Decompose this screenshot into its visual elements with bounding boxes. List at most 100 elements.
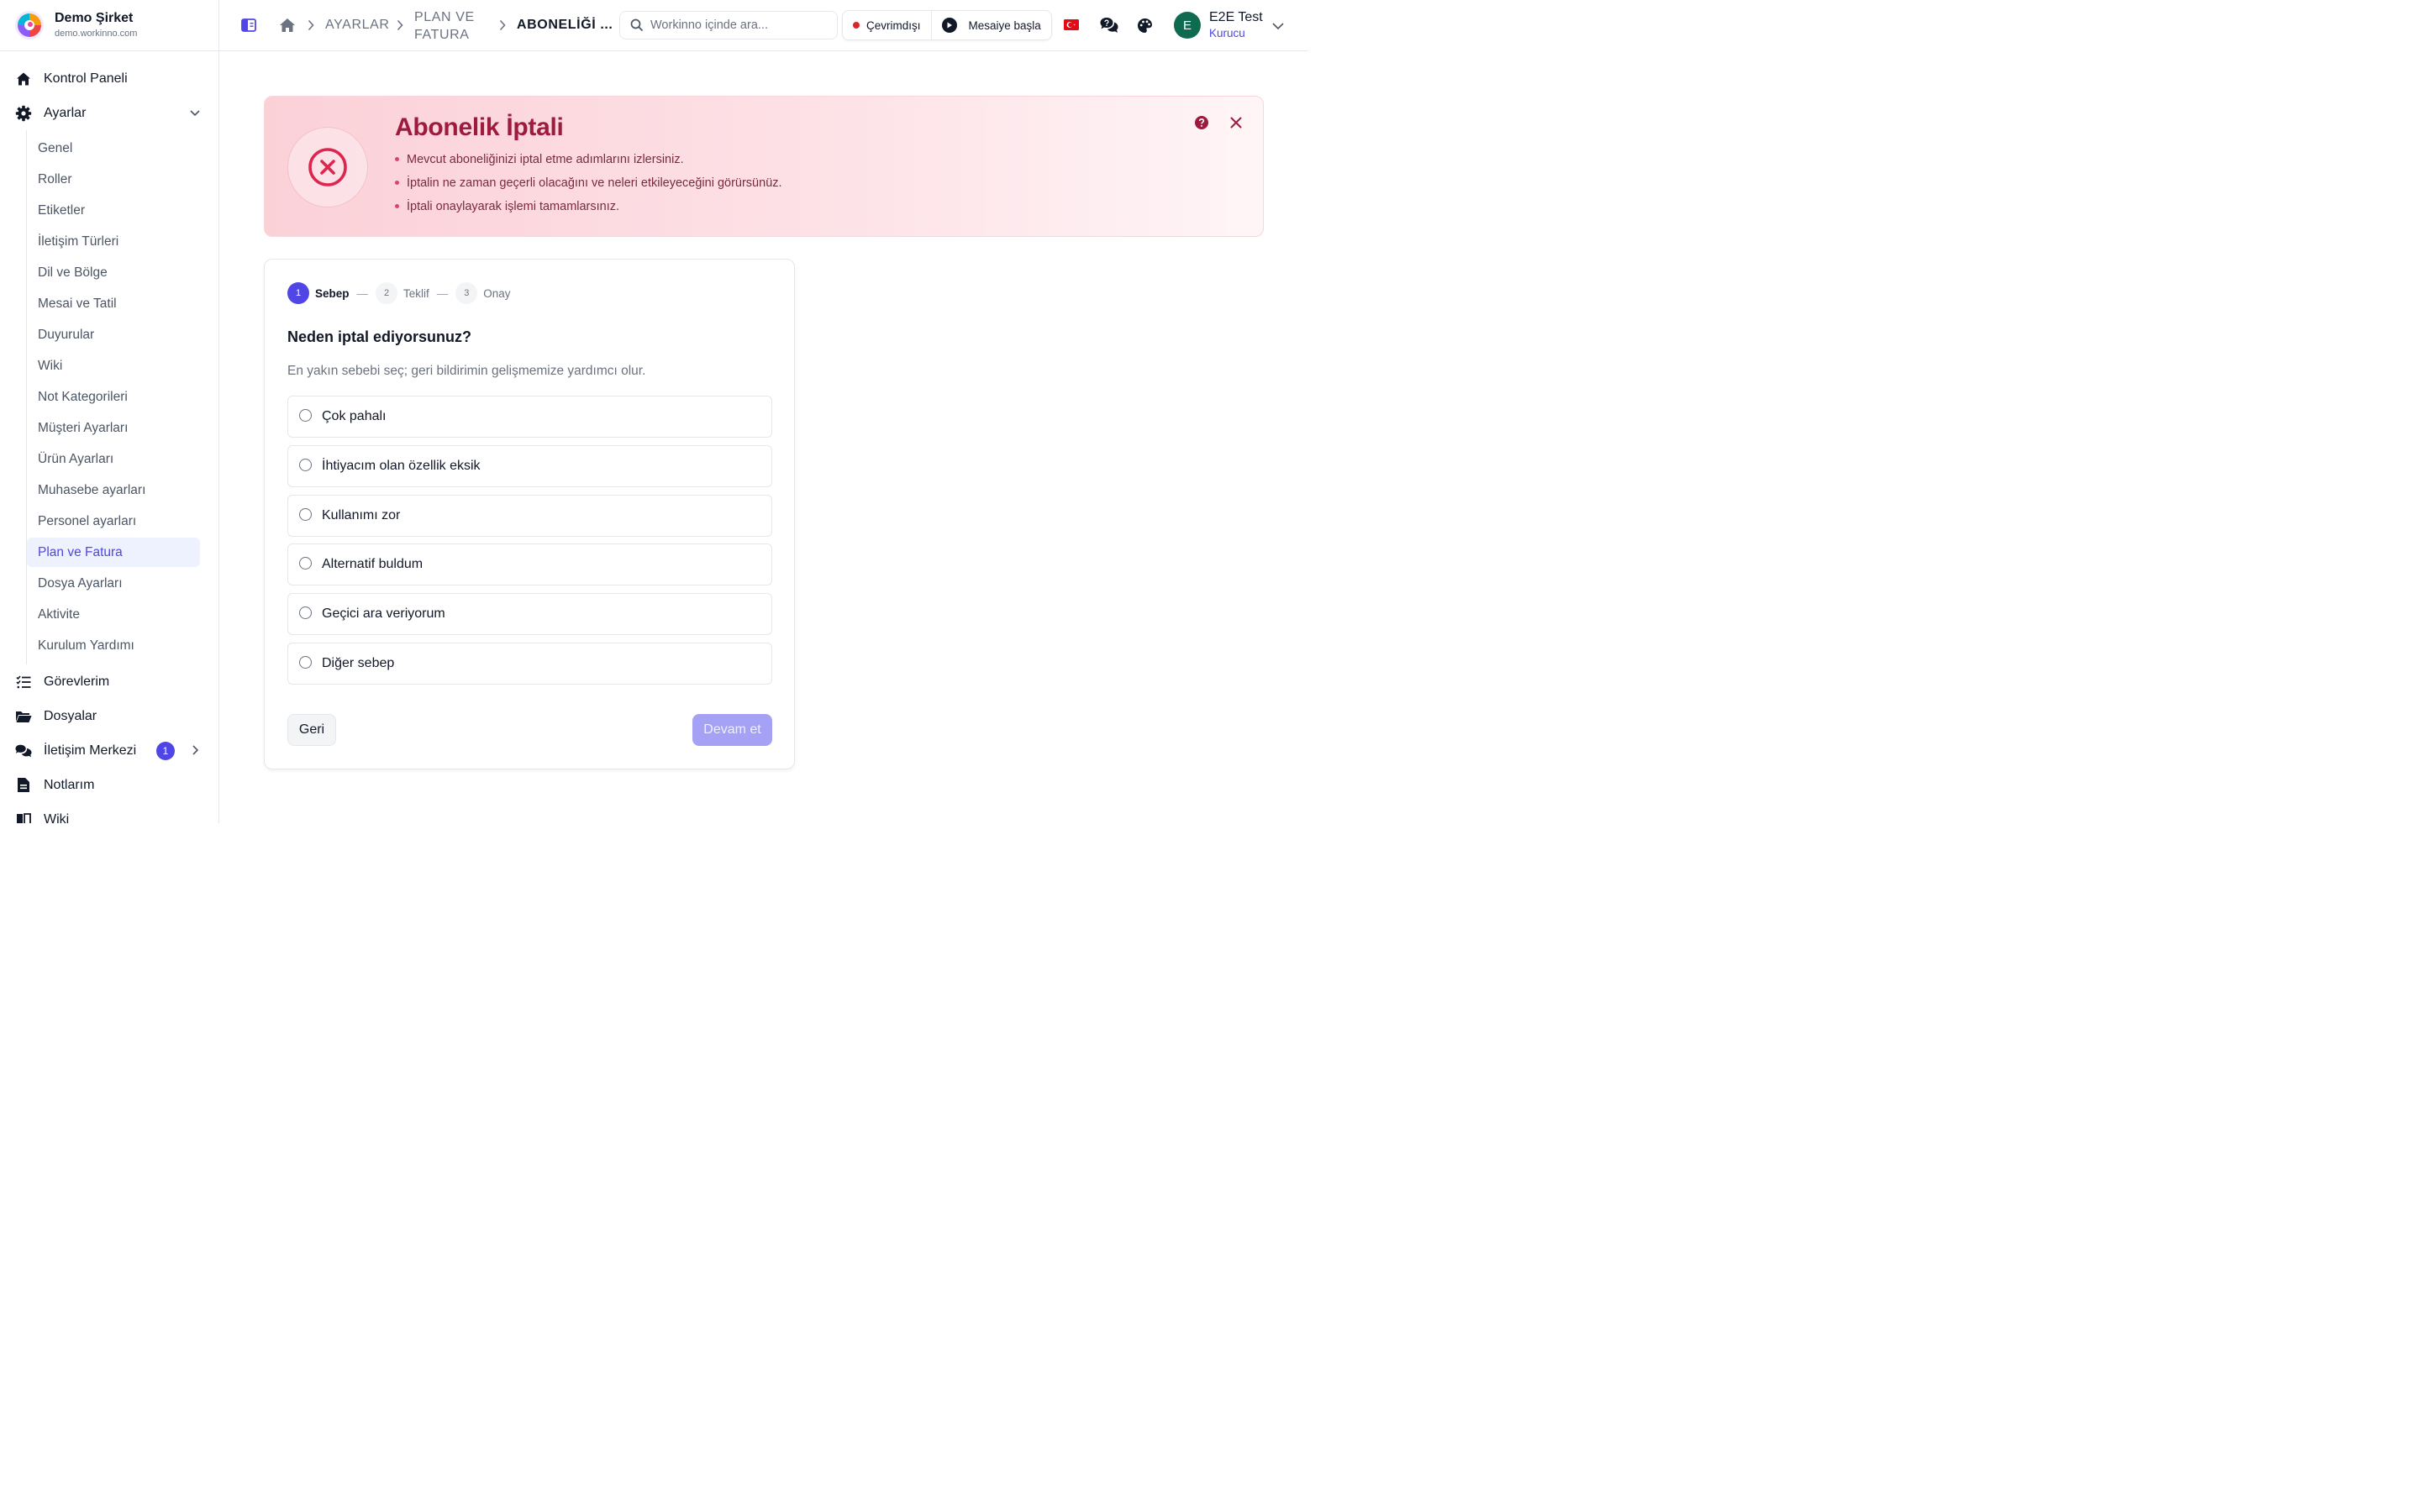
sidebar-item-gorevlerim[interactable]: Görevlerim bbox=[0, 664, 218, 699]
hero-bullet: İptali onaylayarak işlemi tamamlarsınız. bbox=[395, 199, 782, 223]
sidebar-item-label: Dosyalar bbox=[44, 708, 97, 723]
radio-button[interactable] bbox=[299, 557, 312, 570]
search-icon bbox=[630, 18, 644, 32]
breadcrumb-ayarlar[interactable]: AYARLAR bbox=[325, 18, 390, 33]
sidebar-item-personel-ayarlari[interactable]: Personel ayarları bbox=[27, 506, 211, 537]
cancel-reason-question: Neden iptal ediyorsunuz? bbox=[287, 328, 472, 345]
chevron-right-icon[interactable] bbox=[188, 743, 202, 757]
sidebar-item-roller[interactable]: Roller bbox=[27, 164, 211, 195]
sidebar-item-muhasebe-ayarlari[interactable]: Muhasebe ayarları bbox=[27, 475, 211, 506]
home-icon bbox=[15, 71, 32, 87]
cancel-circle-icon-wrapper bbox=[287, 127, 368, 207]
hero-title: Abonelik İptali bbox=[395, 113, 564, 141]
sidebar-item-wiki-settings[interactable]: Wiki bbox=[27, 350, 211, 381]
back-button[interactable]: Geri bbox=[287, 714, 336, 746]
cancel-x-circle-icon bbox=[308, 148, 347, 186]
sidebar-item-urun-ayarlari[interactable]: Ürün Ayarları bbox=[27, 444, 211, 475]
sidebar-item-musteri-ayarlari[interactable]: Müşteri Ayarları bbox=[27, 412, 211, 444]
sidebar-nav: Kontrol Paneli Ayarlar Genel Roller Etik… bbox=[0, 51, 218, 823]
help-icon[interactable] bbox=[1194, 115, 1209, 130]
sidebar-item-etiketler[interactable]: Etiketler bbox=[27, 195, 211, 226]
offline-status-dot bbox=[853, 22, 860, 29]
messages-icon[interactable] bbox=[1100, 17, 1118, 34]
sidebar-item-label: Notlarım bbox=[44, 777, 95, 792]
continue-button[interactable]: Devam et bbox=[692, 714, 772, 746]
tasks-icon bbox=[15, 674, 32, 690]
step-label-sebep: Sebep bbox=[315, 286, 350, 300]
turkish-flag-icon[interactable] bbox=[1064, 19, 1079, 30]
main-content: AYARLAR PLAN VE FATURA ABONELİĞİ ... Çev… bbox=[219, 0, 1307, 823]
global-search[interactable] bbox=[619, 11, 838, 39]
sidebar: Demo Şirket demo.workinno.com Kontrol Pa… bbox=[0, 0, 219, 823]
reason-option[interactable]: Çok pahalı bbox=[287, 396, 772, 438]
brand-header[interactable]: Demo Şirket demo.workinno.com bbox=[0, 0, 218, 51]
breadcrumb-line: PLAN VE bbox=[414, 10, 475, 24]
workinno-logo-icon bbox=[15, 11, 44, 39]
cancellation-hero-banner: Abonelik İptali Mevcut aboneliğinizi ipt… bbox=[264, 96, 1264, 237]
chevron-down-icon[interactable] bbox=[188, 106, 202, 119]
sidebar-item-mesai-ve-tatil[interactable]: Mesai ve Tatil bbox=[27, 288, 211, 319]
sidebar-item-not-kategorileri[interactable]: Not Kategorileri bbox=[27, 381, 211, 412]
topbar: AYARLAR PLAN VE FATURA ABONELİĞİ ... Çev… bbox=[219, 0, 1307, 51]
sidebar-item-kurulum-yardimi[interactable]: Kurulum Yardımı bbox=[27, 630, 211, 661]
breadcrumb-plan-ve-fatura[interactable]: PLAN VE FATURA bbox=[414, 8, 475, 44]
company-domain: demo.workinno.com bbox=[55, 29, 138, 39]
settings-subnav: Genel Roller Etiketler İletişim Türleri … bbox=[26, 130, 218, 664]
theme-palette-icon[interactable] bbox=[1137, 18, 1153, 34]
breadcrumb-separator-icon bbox=[308, 19, 314, 31]
radio-button[interactable] bbox=[299, 606, 312, 620]
radio-button[interactable] bbox=[299, 458, 312, 471]
breadcrumb-line: FATURA bbox=[414, 28, 470, 42]
sidebar-item-plan-ve-fatura[interactable]: Plan ve Fatura bbox=[27, 538, 200, 567]
search-input[interactable] bbox=[650, 18, 827, 32]
close-icon[interactable] bbox=[1228, 115, 1244, 130]
folder-icon bbox=[15, 708, 32, 725]
sidebar-item-iletisim-merkezi[interactable]: İletişim Merkezi 1 bbox=[0, 733, 218, 768]
user-name[interactable]: E2E Test bbox=[1209, 10, 1263, 25]
sidebar-item-duyurular[interactable]: Duyurular bbox=[27, 319, 211, 350]
sidebar-item-ayarlar[interactable]: Ayarlar bbox=[0, 96, 218, 130]
sidebar-item-genel[interactable]: Genel bbox=[27, 133, 211, 164]
sidebar-item-kontrol-paneli[interactable]: Kontrol Paneli bbox=[0, 61, 218, 96]
breadcrumb-separator-icon bbox=[499, 19, 506, 31]
reason-option[interactable]: Alternatif buldum bbox=[287, 543, 772, 586]
step-number: 1 bbox=[287, 282, 309, 304]
step-separator: — bbox=[356, 286, 369, 300]
sidebar-item-dosyalar[interactable]: Dosyalar bbox=[0, 699, 218, 733]
hero-bullets: Mevcut aboneliğinizi iptal etme adımları… bbox=[395, 152, 782, 223]
sidebar-item-label: İletişim Merkezi bbox=[44, 743, 137, 758]
start-shift-label: Mesaiye başla bbox=[968, 18, 1041, 32]
sidebar-item-dil-ve-bolge[interactable]: Dil ve Bölge bbox=[27, 257, 211, 288]
start-shift-button[interactable]: Mesaiye başla bbox=[930, 11, 1051, 39]
reason-option-label: İhtiyacım olan özellik eksik bbox=[322, 458, 481, 473]
radio-button[interactable] bbox=[299, 409, 312, 422]
sidebar-item-label: Görevlerim bbox=[44, 674, 110, 689]
reason-option-label: Diğer sebep bbox=[322, 655, 395, 670]
reason-option[interactable]: Diğer sebep bbox=[287, 642, 772, 685]
reason-option[interactable]: Kullanımı zor bbox=[287, 494, 772, 537]
radio-button[interactable] bbox=[299, 655, 312, 669]
unread-count-badge: 1 bbox=[156, 742, 175, 760]
sidebar-item-aktivite[interactable]: Aktivite bbox=[27, 599, 211, 630]
step-separator: — bbox=[436, 286, 449, 300]
status-offline-button[interactable]: Çevrimdışı bbox=[843, 11, 931, 39]
reason-option-label: Geçici ara veriyorum bbox=[322, 606, 445, 622]
wizard-stepper: 1 Sebep — 2 Teklif — 3 Onay bbox=[287, 282, 511, 304]
radio-button[interactable] bbox=[299, 507, 312, 521]
play-icon bbox=[941, 18, 957, 33]
reason-option[interactable]: Geçici ara veriyorum bbox=[287, 593, 772, 636]
status-label: Çevrimdışı bbox=[866, 18, 921, 32]
note-icon bbox=[15, 777, 32, 794]
gear-icon bbox=[15, 105, 32, 122]
cancel-reason-subtitle: En yakın sebebi seç; geri bildirimin gel… bbox=[287, 364, 646, 378]
sidebar-toggle-icon[interactable] bbox=[241, 18, 256, 32]
sidebar-item-notlarim[interactable]: Notlarım bbox=[0, 768, 218, 802]
user-avatar[interactable]: E bbox=[1174, 12, 1201, 39]
sidebar-item-wiki[interactable]: Wiki bbox=[0, 802, 218, 823]
sidebar-item-iletisim-turleri[interactable]: İletişim Türleri bbox=[27, 226, 211, 257]
reason-option[interactable]: İhtiyacım olan özellik eksik bbox=[287, 444, 772, 487]
breadcrumb-home-icon[interactable] bbox=[279, 18, 296, 33]
chevron-down-icon[interactable] bbox=[1271, 20, 1285, 32]
step-label-teklif: Teklif bbox=[403, 286, 429, 300]
sidebar-item-dosya-ayarlari[interactable]: Dosya Ayarları bbox=[27, 568, 211, 599]
